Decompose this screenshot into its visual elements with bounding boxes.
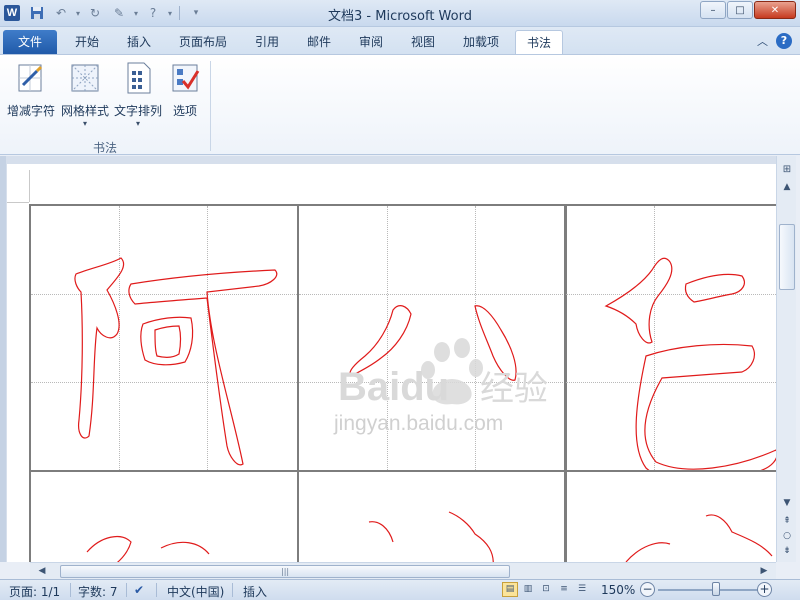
calligraphy-character xyxy=(349,305,517,381)
zoom-in-button[interactable]: + xyxy=(757,582,772,597)
vertical-scrollbar[interactable]: ⊞ ▲ ▼ ⇞ ○ ⇟ xyxy=(776,156,796,562)
text-arrangement-label: 文字排列 xyxy=(113,104,162,118)
text-arrangement-button[interactable]: 文字排列 ▾ xyxy=(113,61,163,129)
tab-review[interactable]: 审阅 xyxy=(348,30,394,55)
page-count[interactable]: 页面: 1/1 xyxy=(9,583,60,600)
help-icon[interactable]: ? xyxy=(776,33,792,49)
grid-cell xyxy=(564,204,776,472)
grid-cell xyxy=(297,204,567,472)
ruler-toggle-icon[interactable]: ⊞ xyxy=(779,162,795,176)
text-arrange-icon xyxy=(127,62,151,94)
print-layout-view-icon[interactable]: ▤ xyxy=(502,582,518,597)
previous-page-icon[interactable]: ⇞ xyxy=(779,514,795,528)
scroll-right-icon[interactable]: ▶ xyxy=(756,564,772,578)
zoom-level[interactable]: 150% xyxy=(601,583,635,597)
scroll-up-icon[interactable]: ▲ xyxy=(779,180,795,194)
scroll-grip-icon: ||| xyxy=(281,567,290,576)
tab-insert[interactable]: 插入 xyxy=(116,30,162,55)
calligraphy-character xyxy=(368,511,494,562)
tab-file[interactable]: 文件 xyxy=(3,30,57,55)
language-indicator[interactable]: 中文(中国) xyxy=(167,583,224,600)
vertical-ruler[interactable] xyxy=(0,156,6,562)
draft-view-icon[interactable]: ☰ xyxy=(574,582,590,597)
add-remove-characters-button[interactable]: 增减字符 xyxy=(6,61,56,119)
status-separator xyxy=(156,583,157,597)
document-page[interactable] xyxy=(7,164,776,562)
word-count[interactable]: 字数: 7 xyxy=(78,583,118,600)
zoom-out-button[interactable]: − xyxy=(640,582,655,597)
vertical-scroll-thumb[interactable] xyxy=(779,224,795,290)
status-separator xyxy=(126,583,127,597)
grid-cell xyxy=(29,204,299,472)
zoom-slider[interactable] xyxy=(658,589,758,591)
ribbon-group-separator xyxy=(210,61,211,151)
full-screen-reading-icon[interactable]: ▥ xyxy=(520,582,536,597)
web-layout-icon[interactable]: ⊡ xyxy=(538,582,554,597)
options-label: 选项 xyxy=(172,104,197,118)
tab-add-ins[interactable]: 加载项 xyxy=(452,30,510,55)
scroll-down-icon[interactable]: ▼ xyxy=(779,496,795,510)
window-title: 文档3 - Microsoft Word xyxy=(328,9,472,24)
add-remove-characters-label: 增减字符 xyxy=(6,104,55,118)
tabbar-right-controls: ︿ ? xyxy=(757,33,792,49)
grid-cell xyxy=(564,470,776,562)
minimize-button[interactable]: – xyxy=(700,1,726,19)
minimize-ribbon-icon[interactable]: ︿ xyxy=(757,33,768,49)
insert-mode-indicator[interactable]: 插入 xyxy=(243,583,267,600)
ribbon: 增减字符 网格样式 ▾ 文字排列 ▾ 选项 书法 xyxy=(0,54,800,201)
close-button[interactable]: ✕ xyxy=(754,1,796,19)
calligraphy-character xyxy=(86,535,210,562)
horizontal-scrollbar[interactable]: ◀ ||| ▶ xyxy=(30,562,776,579)
grid-style-icon xyxy=(71,64,99,92)
select-browse-object-icon[interactable]: ○ xyxy=(779,529,795,543)
document-area[interactable]: Baidu 经验 jingyan.baidu.com xyxy=(0,156,776,562)
calligraphy-character xyxy=(625,514,773,562)
ribbon-group-label: 书法 xyxy=(92,141,117,155)
proofing-icon[interactable]: ✔ xyxy=(134,583,144,597)
calligraphy-character xyxy=(604,257,776,470)
ribbon-tab-bar: 文件 开始 插入 页面布局 引用 邮件 审阅 视图 加载项 书法 ︿ ? xyxy=(0,27,800,55)
tab-page-layout[interactable]: 页面布局 xyxy=(170,30,236,55)
zoom-slider-handle[interactable] xyxy=(712,582,720,596)
status-separator xyxy=(70,583,71,597)
text-arrangement-dropdown-icon: ▾ xyxy=(135,119,140,128)
window-controls: – □ ✕ xyxy=(700,1,796,19)
maximize-button[interactable]: □ xyxy=(727,1,753,19)
outline-view-icon[interactable]: ≡ xyxy=(556,582,572,597)
character-grid-icon xyxy=(18,64,43,92)
calligraphy-character xyxy=(74,257,278,466)
tab-home[interactable]: 开始 xyxy=(64,30,110,55)
status-bar: 页面: 1/1 字数: 7 ✔ 中文(中国) 插入 ▤ ▥ ⊡ ≡ ☰ 150%… xyxy=(0,579,800,600)
tab-calligraphy[interactable]: 书法 xyxy=(515,30,563,55)
margin-mark xyxy=(7,202,29,203)
options-button[interactable]: 选项 xyxy=(160,61,210,119)
margin-mark xyxy=(29,170,30,202)
tab-references[interactable]: 引用 xyxy=(244,30,290,55)
scroll-left-icon[interactable]: ◀ xyxy=(34,564,50,578)
grid-style-dropdown-icon: ▾ xyxy=(82,119,87,128)
status-separator xyxy=(232,583,233,597)
tab-mailings[interactable]: 邮件 xyxy=(296,30,342,55)
grid-cell xyxy=(297,470,567,562)
horizontal-scroll-thumb[interactable]: ||| xyxy=(60,565,510,578)
tab-view[interactable]: 视图 xyxy=(400,30,446,55)
title-bar: W ↶ ▾ ↻ ✎ ▾ ? ▾ ▾ 文档3 - Microsoft Word –… xyxy=(0,0,800,27)
grid-cell xyxy=(29,470,299,562)
grid-style-label: 网格样式 xyxy=(60,104,109,118)
next-page-icon[interactable]: ⇟ xyxy=(779,544,795,558)
grid-style-button[interactable]: 网格样式 ▾ xyxy=(60,61,110,129)
options-icon xyxy=(172,64,200,92)
